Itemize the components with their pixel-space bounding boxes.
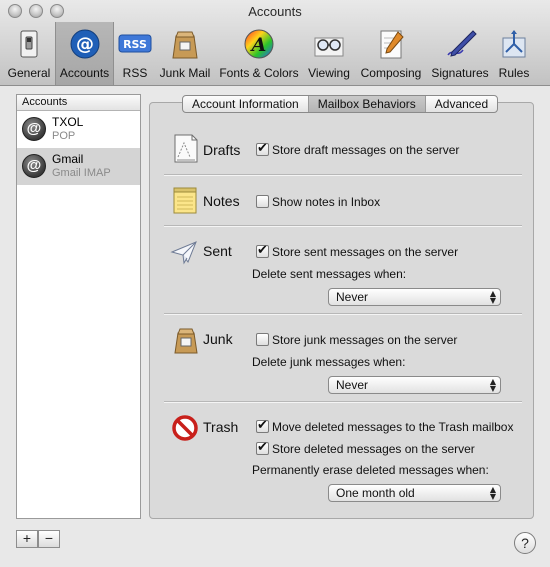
mailbox-behaviors-panel	[149, 102, 534, 519]
store-sent-label: Store sent messages on the server	[272, 245, 459, 259]
account-name: TXOL	[52, 115, 84, 129]
toolbar-signatures[interactable]: Signatures	[429, 26, 491, 84]
window-title: Accounts	[248, 4, 302, 19]
preferences-window: Accounts General @ Accounts RSS RSS Junk…	[0, 0, 550, 567]
svg-text:RSS: RSS	[123, 38, 147, 51]
junk-title: Junk	[203, 331, 233, 347]
paper-plane-icon	[170, 238, 198, 268]
junk-mail-bag-icon	[168, 28, 202, 60]
erase-deleted-value: One month old	[336, 486, 415, 500]
store-deleted-label: Store deleted messages on the server	[272, 442, 475, 456]
store-deleted-checkbox[interactable]	[256, 440, 269, 455]
toolbar-rss[interactable]: RSS RSS	[116, 26, 154, 84]
sent-title: Sent	[203, 243, 232, 259]
composing-pen-icon	[374, 28, 408, 60]
show-notes-checkbox[interactable]	[256, 195, 269, 208]
toolbar-composing[interactable]: Composing	[358, 26, 424, 84]
section-divider	[164, 225, 522, 227]
settings-tabs: Account Information Mailbox Behaviors Ad…	[182, 95, 499, 113]
delete-sent-popup[interactable]: Never ▲ ▼	[328, 288, 501, 306]
account-item-txol[interactable]: @ TXOL POP	[17, 111, 140, 148]
popup-arrows-icon: ▲ ▼	[489, 485, 496, 501]
svg-text:@: @	[76, 34, 94, 55]
accounts-list: Accounts @ TXOL POP @ Gmail Gmail IMAP	[16, 94, 141, 519]
remove-account-button[interactable]: −	[38, 530, 60, 548]
titlebar-toolbar: Accounts General @ Accounts RSS RSS Junk…	[0, 0, 550, 86]
account-name: Gmail	[52, 152, 84, 166]
tab-account-information[interactable]: Account Information	[183, 96, 309, 112]
junk-bag-icon	[172, 325, 200, 355]
erase-deleted-popup[interactable]: One month old ▲ ▼	[328, 484, 501, 502]
rules-icon	[497, 28, 531, 60]
notes-icon	[172, 185, 200, 215]
delete-sent-value: Never	[336, 290, 369, 304]
erase-deleted-label: Permanently erase deleted messages when:	[252, 463, 489, 477]
general-switch-icon	[12, 28, 46, 60]
delete-junk-popup[interactable]: Never ▲ ▼	[328, 376, 501, 394]
trash-prohibited-icon	[172, 413, 200, 443]
store-sent-checkbox[interactable]	[256, 243, 269, 258]
toolbar-viewing[interactable]: Viewing	[305, 26, 353, 84]
section-divider	[164, 401, 522, 403]
tab-advanced[interactable]: Advanced	[426, 96, 497, 112]
signature-pen-icon	[443, 28, 477, 60]
store-junk-label: Store junk messages on the server	[272, 333, 458, 347]
section-divider	[164, 313, 522, 315]
svg-text:A: A	[250, 34, 267, 56]
store-junk-checkbox[interactable]	[256, 333, 269, 346]
at-sign-icon: @	[68, 28, 102, 60]
notes-title: Notes	[203, 193, 240, 209]
rss-icon: RSS	[118, 28, 152, 60]
section-divider	[164, 174, 522, 176]
help-button[interactable]: ?	[514, 532, 536, 554]
move-to-trash-checkbox[interactable]	[256, 418, 269, 433]
trash-title: Trash	[203, 419, 239, 435]
drafts-icon	[172, 133, 200, 163]
accounts-list-header: Accounts	[17, 95, 140, 111]
toolbar-junk-mail[interactable]: Junk Mail	[157, 26, 213, 84]
popup-arrows-icon: ▲ ▼	[489, 377, 496, 393]
account-type: Gmail IMAP	[52, 167, 111, 179]
popup-arrows-icon: ▲ ▼	[489, 289, 496, 305]
at-sign-icon: @	[22, 154, 46, 178]
store-drafts-label: Store draft messages on the server	[272, 143, 460, 157]
account-type: POP	[52, 130, 76, 142]
store-drafts-checkbox[interactable]	[256, 141, 269, 156]
glasses-icon	[312, 28, 346, 60]
toolbar-general[interactable]: General	[4, 26, 54, 84]
account-item-gmail[interactable]: @ Gmail Gmail IMAP	[17, 148, 140, 185]
tab-mailbox-behaviors[interactable]: Mailbox Behaviors	[308, 96, 426, 112]
delete-sent-label: Delete sent messages when:	[252, 267, 407, 281]
add-account-button[interactable]: +	[16, 530, 38, 548]
toolbar-fonts-colors[interactable]: A Fonts & Colors	[218, 26, 300, 84]
toolbar-rules[interactable]: Rules	[496, 26, 532, 84]
drafts-title: Drafts	[203, 142, 241, 158]
show-notes-label: Show notes in Inbox	[272, 195, 381, 209]
toolbar-accounts[interactable]: @ Accounts	[55, 22, 114, 85]
fonts-colors-icon: A	[242, 28, 276, 60]
move-to-trash-label: Move deleted messages to the Trash mailb…	[272, 420, 514, 434]
at-sign-icon: @	[22, 117, 46, 141]
delete-junk-value: Never	[336, 378, 369, 392]
delete-junk-label: Delete junk messages when:	[252, 355, 406, 369]
